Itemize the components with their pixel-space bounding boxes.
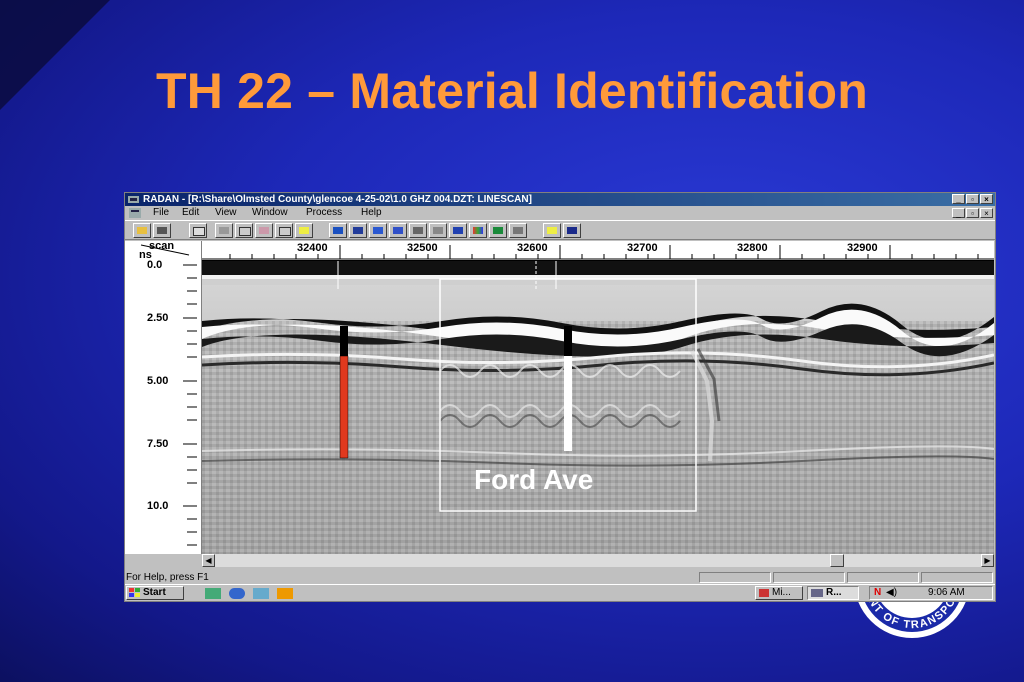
windows-logo-icon — [129, 588, 140, 597]
scroll-left-button[interactable]: ◀ — [202, 554, 215, 567]
menu-bar: File Edit View Window Process Help _ ▫ × — [125, 206, 995, 220]
depth-label-1: 2.50 — [147, 312, 169, 324]
radan-app-icon — [128, 196, 139, 203]
scroll-thumb[interactable] — [830, 554, 844, 567]
properties-button[interactable] — [189, 223, 207, 238]
status-help-text: For Help, press F1 — [126, 572, 209, 583]
depth-label-2: 5.00 — [147, 375, 169, 387]
pointer-button[interactable] — [295, 223, 313, 238]
paste-button[interactable] — [255, 223, 273, 238]
doc-minimize-button[interactable]: _ — [952, 208, 965, 218]
copy-button[interactable] — [235, 223, 253, 238]
task-mi-icon — [759, 589, 769, 597]
status-pane-2 — [773, 572, 845, 583]
volume-tray-icon[interactable]: ◀) — [886, 587, 897, 599]
plane-button[interactable] — [429, 223, 447, 238]
surface-button[interactable] — [409, 223, 427, 238]
menu-edit[interactable]: Edit — [182, 207, 199, 218]
doc-close-button[interactable]: × — [980, 208, 993, 218]
grid-button[interactable] — [449, 223, 467, 238]
channel-quicklaunch-icon[interactable] — [277, 588, 293, 599]
close-button[interactable]: × — [980, 194, 993, 204]
scan-label-3: 32700 — [627, 242, 658, 254]
menu-help[interactable]: Help — [361, 207, 382, 218]
toolbar — [125, 220, 995, 240]
system-tray: N ◀) 9:06 AM — [869, 586, 993, 600]
scan-ruler: 32400 32500 32600 32700 32800 32900 — [202, 241, 994, 261]
taskbar: Start Mi... R... N ◀) 9:06 AM — [125, 584, 995, 601]
open-button[interactable] — [133, 223, 151, 238]
monitor-button[interactable] — [489, 223, 507, 238]
status-pane-4 — [921, 572, 993, 583]
task-button-mi[interactable]: Mi... — [755, 586, 803, 600]
help-button[interactable] — [543, 223, 561, 238]
window-titlebar[interactable]: RADAN - [R:\Share\Olmsted County\glencoe… — [125, 193, 995, 206]
scan-label-1: 32500 — [407, 242, 438, 254]
print-button[interactable] — [509, 223, 527, 238]
task-mi-label: Mi... — [772, 587, 791, 598]
marker-left-red — [339, 355, 349, 459]
scroll-right-button[interactable]: ▶ — [981, 554, 994, 567]
ford-ave-label: Ford Ave — [474, 464, 594, 495]
wiggle-button[interactable] — [349, 223, 367, 238]
window-title: RADAN - [R:\Share\Olmsted County\glencoe… — [143, 194, 532, 205]
task-radan-label: R... — [826, 587, 842, 598]
status-pane-3 — [847, 572, 919, 583]
menu-window[interactable]: Window — [252, 207, 288, 218]
network-tray-icon[interactable]: N — [874, 587, 881, 599]
scan-label-4: 32800 — [737, 242, 768, 254]
slide-title: TH 22 – Material Identification — [156, 63, 868, 119]
depth-label-3: 7.50 — [147, 438, 169, 450]
depth-label-0: 0.0 — [147, 259, 163, 271]
outlook-quicklaunch-icon[interactable] — [253, 588, 269, 599]
horizontal-scrollbar[interactable]: ◀ ▶ — [202, 554, 994, 567]
start-label: Start — [143, 587, 166, 598]
marker-left-black — [340, 326, 348, 356]
radan-window[interactable]: RADAN - [R:\Share\Olmsted County\glencoe… — [124, 192, 996, 602]
status-pane-1 — [699, 572, 771, 583]
3d-button[interactable] — [369, 223, 387, 238]
cut-button[interactable] — [215, 223, 233, 238]
minimize-button[interactable]: _ — [952, 194, 965, 204]
start-button[interactable]: Start — [126, 586, 184, 600]
marker-right-black — [564, 326, 572, 356]
restore-button[interactable]: ▫ — [966, 194, 979, 204]
scan-label-5: 32900 — [847, 242, 878, 254]
depth-label-4: 10.0 — [147, 500, 169, 512]
gpr-radargram — [202, 261, 994, 554]
scan-label-0: 32400 — [297, 242, 328, 254]
clock: 9:06 AM — [928, 587, 965, 598]
save-button[interactable] — [153, 223, 171, 238]
color-table-button[interactable] — [469, 223, 487, 238]
menu-view[interactable]: View — [215, 207, 237, 218]
doc-restore-button[interactable]: ▫ — [966, 208, 979, 218]
menu-file[interactable]: File — [153, 207, 169, 218]
status-bar: For Help, press F1 — [125, 571, 995, 584]
duplicate-button[interactable] — [275, 223, 293, 238]
scan-label-2: 32600 — [517, 242, 548, 254]
task-button-radan[interactable]: R... — [807, 586, 859, 600]
ie-quicklaunch-icon[interactable] — [229, 588, 245, 599]
wave-button[interactable] — [389, 223, 407, 238]
marker-right-white — [564, 356, 572, 451]
context-help-button[interactable] — [563, 223, 581, 238]
menu-process[interactable]: Process — [306, 207, 342, 218]
document-icon — [129, 208, 141, 218]
task-radan-icon — [811, 589, 823, 597]
linescan-button[interactable] — [329, 223, 347, 238]
desktop-quicklaunch-icon[interactable] — [205, 588, 221, 599]
linescan-view: scan ns 0.0 2.50 5.00 7.50 10.0 32400 32… — [125, 240, 995, 571]
depth-ruler: scan ns 0.0 2.50 5.00 7.50 10.0 — [125, 240, 202, 554]
